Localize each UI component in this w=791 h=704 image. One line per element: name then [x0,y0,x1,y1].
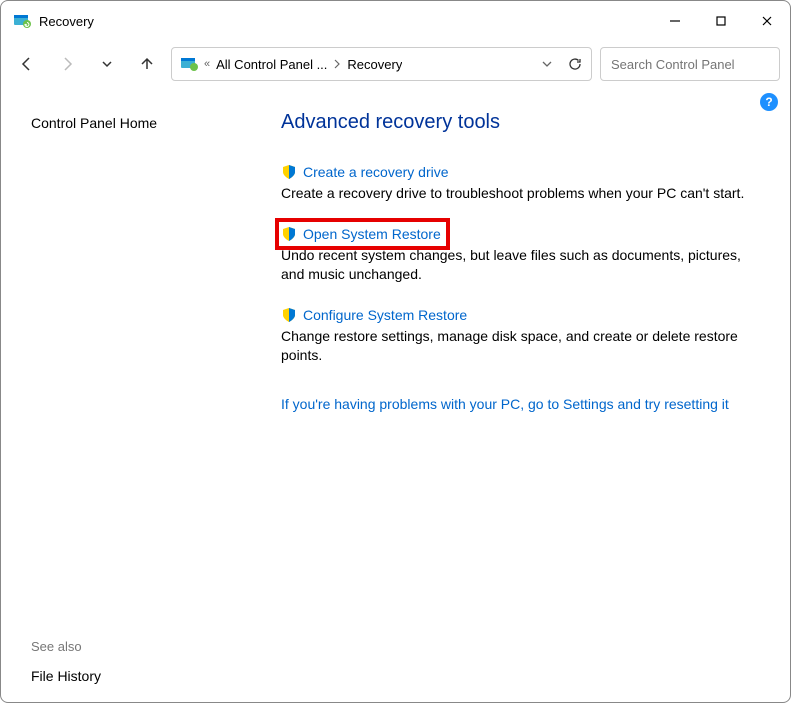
recent-locations-button[interactable] [91,48,123,80]
chevron-right-icon [333,59,341,69]
breadcrumb-current[interactable]: Recovery [347,57,402,72]
app-icon [13,12,31,30]
configure-system-restore-desc: Change restore settings, manage disk spa… [281,327,761,366]
breadcrumb-root-chevron: « [204,58,210,70]
window-controls [652,1,790,41]
create-recovery-drive-link[interactable]: Create a recovery drive [303,164,449,180]
file-history-link[interactable]: File History [31,668,225,684]
minimize-button[interactable] [652,1,698,41]
shield-icon [281,226,297,242]
control-panel-icon [180,55,198,73]
search-input[interactable] [611,57,787,72]
up-button[interactable] [131,48,163,80]
see-also-label: See also [31,639,225,654]
tool-item-create-recovery-drive: Create a recovery drive Create a recover… [281,164,761,204]
sidebar: Control Panel Home See also File History [1,87,241,704]
window-title: Recovery [39,14,94,29]
create-recovery-drive-desc: Create a recovery drive to troubleshoot … [281,184,761,204]
titlebar: Recovery [1,1,790,41]
search-box[interactable] [600,47,780,81]
configure-system-restore-link[interactable]: Configure System Restore [303,307,467,323]
help-button[interactable]: ? [760,93,778,111]
address-bar[interactable]: « All Control Panel ... Recovery [171,47,592,81]
reset-settings-link[interactable]: If you're having problems with your PC, … [281,396,761,412]
maximize-button[interactable] [698,1,744,41]
close-button[interactable] [744,1,790,41]
toolbar: « All Control Panel ... Recovery [1,41,790,87]
breadcrumb-parent[interactable]: All Control Panel ... [216,57,327,72]
control-panel-home-link[interactable]: Control Panel Home [31,115,225,131]
open-system-restore-link[interactable]: Open System Restore [303,226,441,242]
main-content: ? Advanced recovery tools Create a recov… [241,87,790,704]
forward-button[interactable] [51,48,83,80]
refresh-button[interactable] [567,56,583,72]
breadcrumb-dropdown-icon[interactable] [541,58,553,70]
shield-icon [281,307,297,323]
back-button[interactable] [11,48,43,80]
shield-icon [281,164,297,180]
tool-item-open-system-restore: Open System Restore Undo recent system c… [281,226,761,285]
tool-item-configure-system-restore: Configure System Restore Change restore … [281,307,761,366]
open-system-restore-desc: Undo recent system changes, but leave fi… [281,246,761,285]
page-title: Advanced recovery tools [281,111,762,134]
